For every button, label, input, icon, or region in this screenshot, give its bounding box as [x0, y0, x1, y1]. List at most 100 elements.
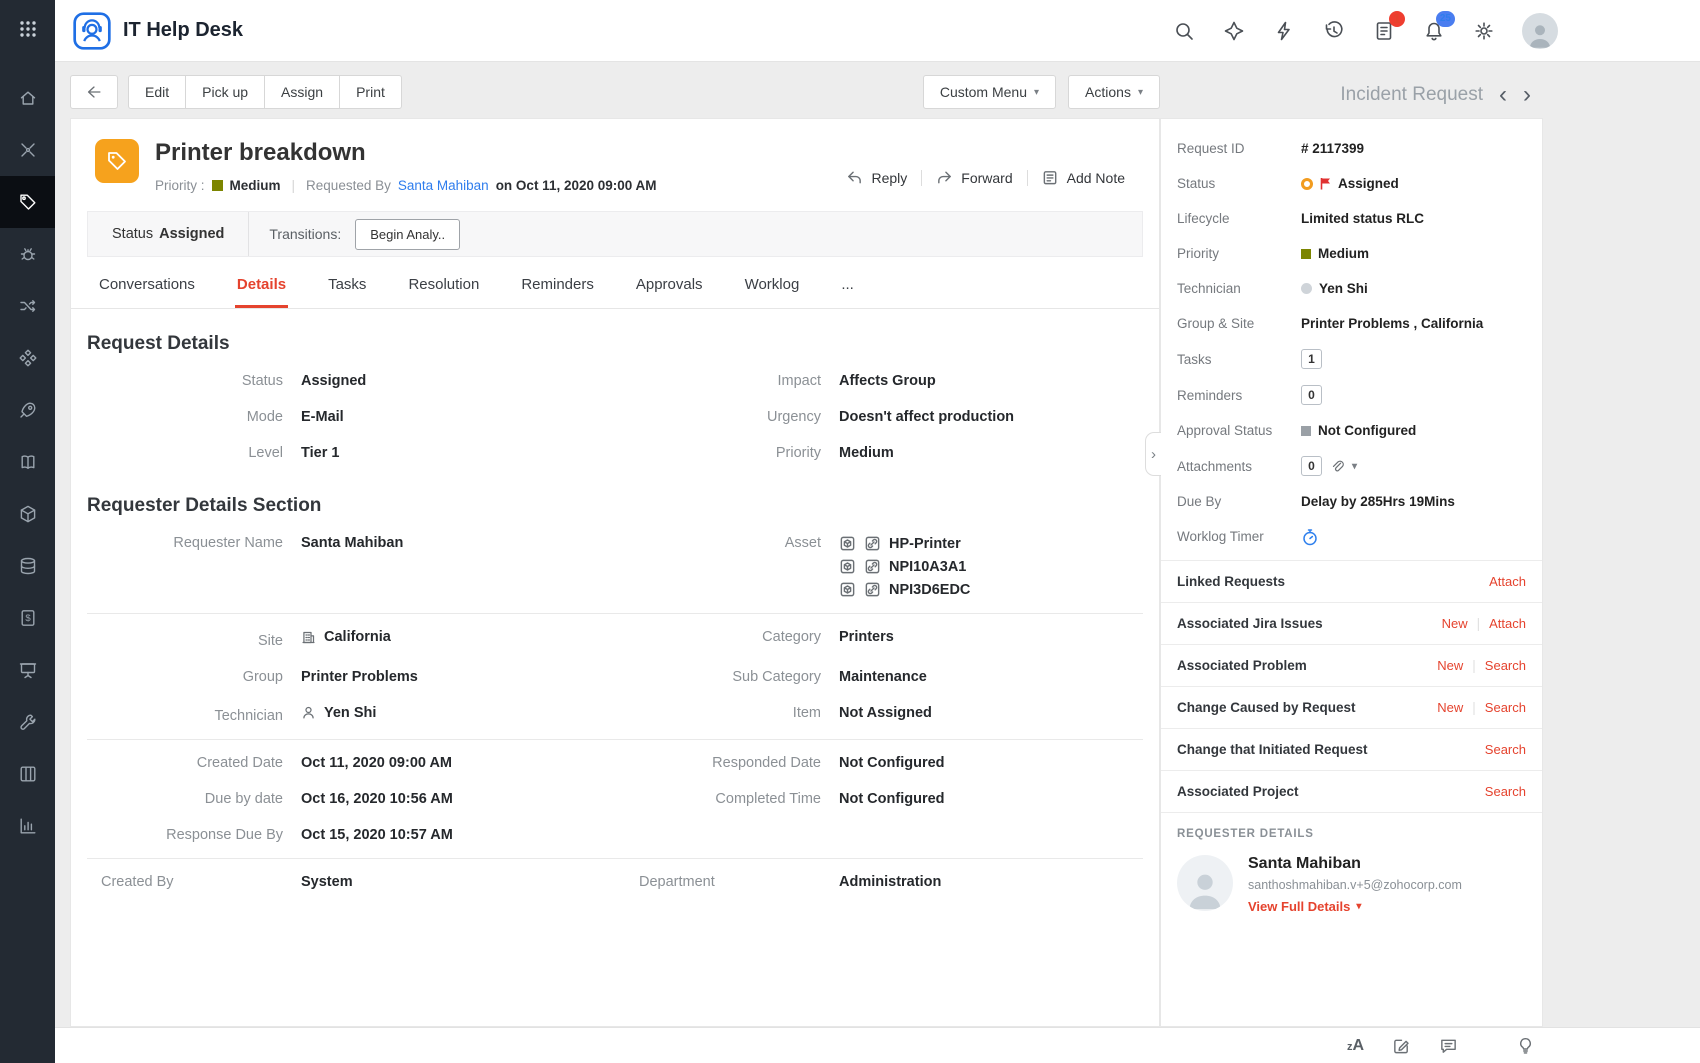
sidebar-item-community[interactable]: [0, 124, 55, 176]
record-toolbar: Edit Pick up Assign Print Custom Menu▾ A…: [70, 75, 1160, 109]
settings-gear-icon[interactable]: [1472, 19, 1496, 43]
sidebar-item-home[interactable]: [0, 72, 55, 124]
field-value: Affects Group: [839, 373, 936, 389]
asset-item[interactable]: HP-Printer: [839, 535, 970, 552]
attach-link[interactable]: Attach: [1489, 616, 1526, 631]
record-type-header: Incident Request ‹ ›: [1160, 84, 1543, 106]
tab-resolution[interactable]: Resolution: [406, 261, 481, 308]
new-link[interactable]: New: [1437, 658, 1463, 673]
tab-worklog[interactable]: Worklog: [743, 261, 802, 308]
field-label: Status: [1177, 176, 1301, 191]
field-value: Oct 16, 2020 10:56 AM: [301, 791, 453, 807]
history-icon[interactable]: [1322, 19, 1346, 43]
sidebar-item-changes[interactable]: [0, 280, 55, 332]
topbar-icons: 1 25: [1172, 13, 1558, 49]
notifications-bell-icon[interactable]: 25: [1422, 19, 1446, 43]
translate-icon[interactable]: zA: [1347, 1037, 1364, 1055]
panel-collapse-handle[interactable]: ›: [1145, 432, 1161, 476]
search-link[interactable]: Search: [1485, 784, 1526, 799]
actions-button[interactable]: Actions▾: [1068, 75, 1160, 109]
add-note-button[interactable]: Add Note: [1028, 169, 1139, 186]
prev-record-icon[interactable]: ‹: [1499, 86, 1507, 104]
user-avatar[interactable]: [1522, 13, 1558, 49]
app-launcher-button[interactable]: [0, 0, 55, 62]
tab-more[interactable]: ...: [839, 261, 856, 308]
tab-approvals[interactable]: Approvals: [634, 261, 705, 308]
approval-status-value: Not Configured: [1301, 423, 1416, 438]
sidebar-item-boards[interactable]: [0, 748, 55, 800]
reply-icon: [846, 169, 863, 186]
transitions-cell: Transitions: Begin Analy..: [249, 219, 480, 250]
release-notes-icon[interactable]: 1: [1372, 19, 1396, 43]
field-label: Category: [609, 629, 821, 645]
link-icon: [864, 535, 881, 552]
request-meta: Priority : Medium | Requested By Santa M…: [155, 178, 657, 193]
search-link[interactable]: Search: [1485, 658, 1526, 673]
sidebar-item-projects[interactable]: [0, 644, 55, 696]
sidebar-item-automation[interactable]: [0, 228, 55, 280]
asset-name: HP-Printer: [889, 536, 961, 552]
timer-icon[interactable]: [1301, 528, 1319, 546]
sidebar-item-solutions[interactable]: [0, 332, 55, 384]
row-label: Associated Jira Issues: [1177, 616, 1323, 631]
field-label: Priority: [1177, 246, 1301, 261]
requester-link[interactable]: Santa Mahiban: [398, 178, 489, 193]
forward-icon: [936, 169, 953, 186]
tasks-count[interactable]: 1: [1301, 349, 1322, 369]
asset-item[interactable]: NPI3D6EDC: [839, 581, 970, 598]
sidebar-item-admin[interactable]: [0, 696, 55, 748]
sidebar-item-requests[interactable]: [0, 176, 55, 228]
custom-menu-label: Custom Menu: [940, 84, 1027, 100]
new-link[interactable]: New: [1442, 616, 1468, 631]
search-link[interactable]: Search: [1485, 742, 1526, 757]
reminders-count[interactable]: 0: [1301, 385, 1322, 405]
bar-chart-icon: [18, 816, 38, 836]
tab-reminders[interactable]: Reminders: [519, 261, 596, 308]
field-label: Requester Name: [71, 535, 283, 551]
priority-swatch: [212, 180, 223, 191]
pickup-button[interactable]: Pick up: [186, 75, 265, 109]
back-button[interactable]: [70, 75, 118, 109]
attach-link[interactable]: Attach: [1489, 574, 1526, 589]
next-record-icon[interactable]: ›: [1523, 86, 1531, 104]
field-value: Santa Mahiban: [301, 535, 403, 551]
print-button[interactable]: Print: [340, 75, 402, 109]
chevron-down-icon[interactable]: ▾: [1352, 461, 1357, 472]
paperclip-icon[interactable]: [1329, 458, 1345, 474]
begin-analysis-button[interactable]: Begin Analy..: [355, 219, 460, 250]
quick-actions-icon[interactable]: [1272, 19, 1296, 43]
bulb-icon[interactable]: [1516, 1036, 1535, 1055]
sidebar-item-contracts[interactable]: $: [0, 592, 55, 644]
sidebar-item-reports[interactable]: [0, 800, 55, 852]
field-label: Site: [71, 633, 283, 649]
reply-button[interactable]: Reply: [832, 169, 921, 186]
requester-email: santhoshmahiban.v+5@zohocorp.com: [1248, 878, 1462, 892]
attachments-count[interactable]: 0: [1301, 456, 1322, 476]
tab-conversations[interactable]: Conversations: [97, 261, 197, 308]
assign-button[interactable]: Assign: [265, 75, 340, 109]
view-full-details-link[interactable]: View Full Details▾: [1248, 899, 1361, 914]
search-icon[interactable]: [1172, 19, 1196, 43]
compose-note-icon[interactable]: [1392, 1036, 1411, 1055]
sidebar-item-releases[interactable]: [0, 384, 55, 436]
sidebar-item-knowledge[interactable]: [0, 436, 55, 488]
tab-details[interactable]: Details: [235, 261, 288, 308]
asset-item[interactable]: NPI10A3A1: [839, 558, 970, 575]
forward-button[interactable]: Forward: [922, 169, 1026, 186]
new-link[interactable]: New: [1437, 700, 1463, 715]
priority-value: Medium: [1301, 246, 1369, 261]
custom-menu-button[interactable]: Custom Menu▾: [923, 75, 1056, 109]
sidebar-item-assets[interactable]: [0, 488, 55, 540]
wrench-icon: [18, 712, 38, 732]
add-note-label: Add Note: [1067, 170, 1125, 186]
tab-tasks[interactable]: Tasks: [326, 261, 368, 308]
sidebar-item-cmdb[interactable]: [0, 540, 55, 592]
spark-icon[interactable]: [1222, 19, 1246, 43]
edit-button[interactable]: Edit: [128, 75, 186, 109]
comment-icon[interactable]: [1439, 1036, 1458, 1055]
presence-dot: [1301, 283, 1312, 294]
field-label: Request ID: [1177, 141, 1301, 156]
field-value: California: [301, 629, 391, 645]
field-label: Lifecycle: [1177, 211, 1301, 226]
search-link[interactable]: Search: [1485, 700, 1526, 715]
